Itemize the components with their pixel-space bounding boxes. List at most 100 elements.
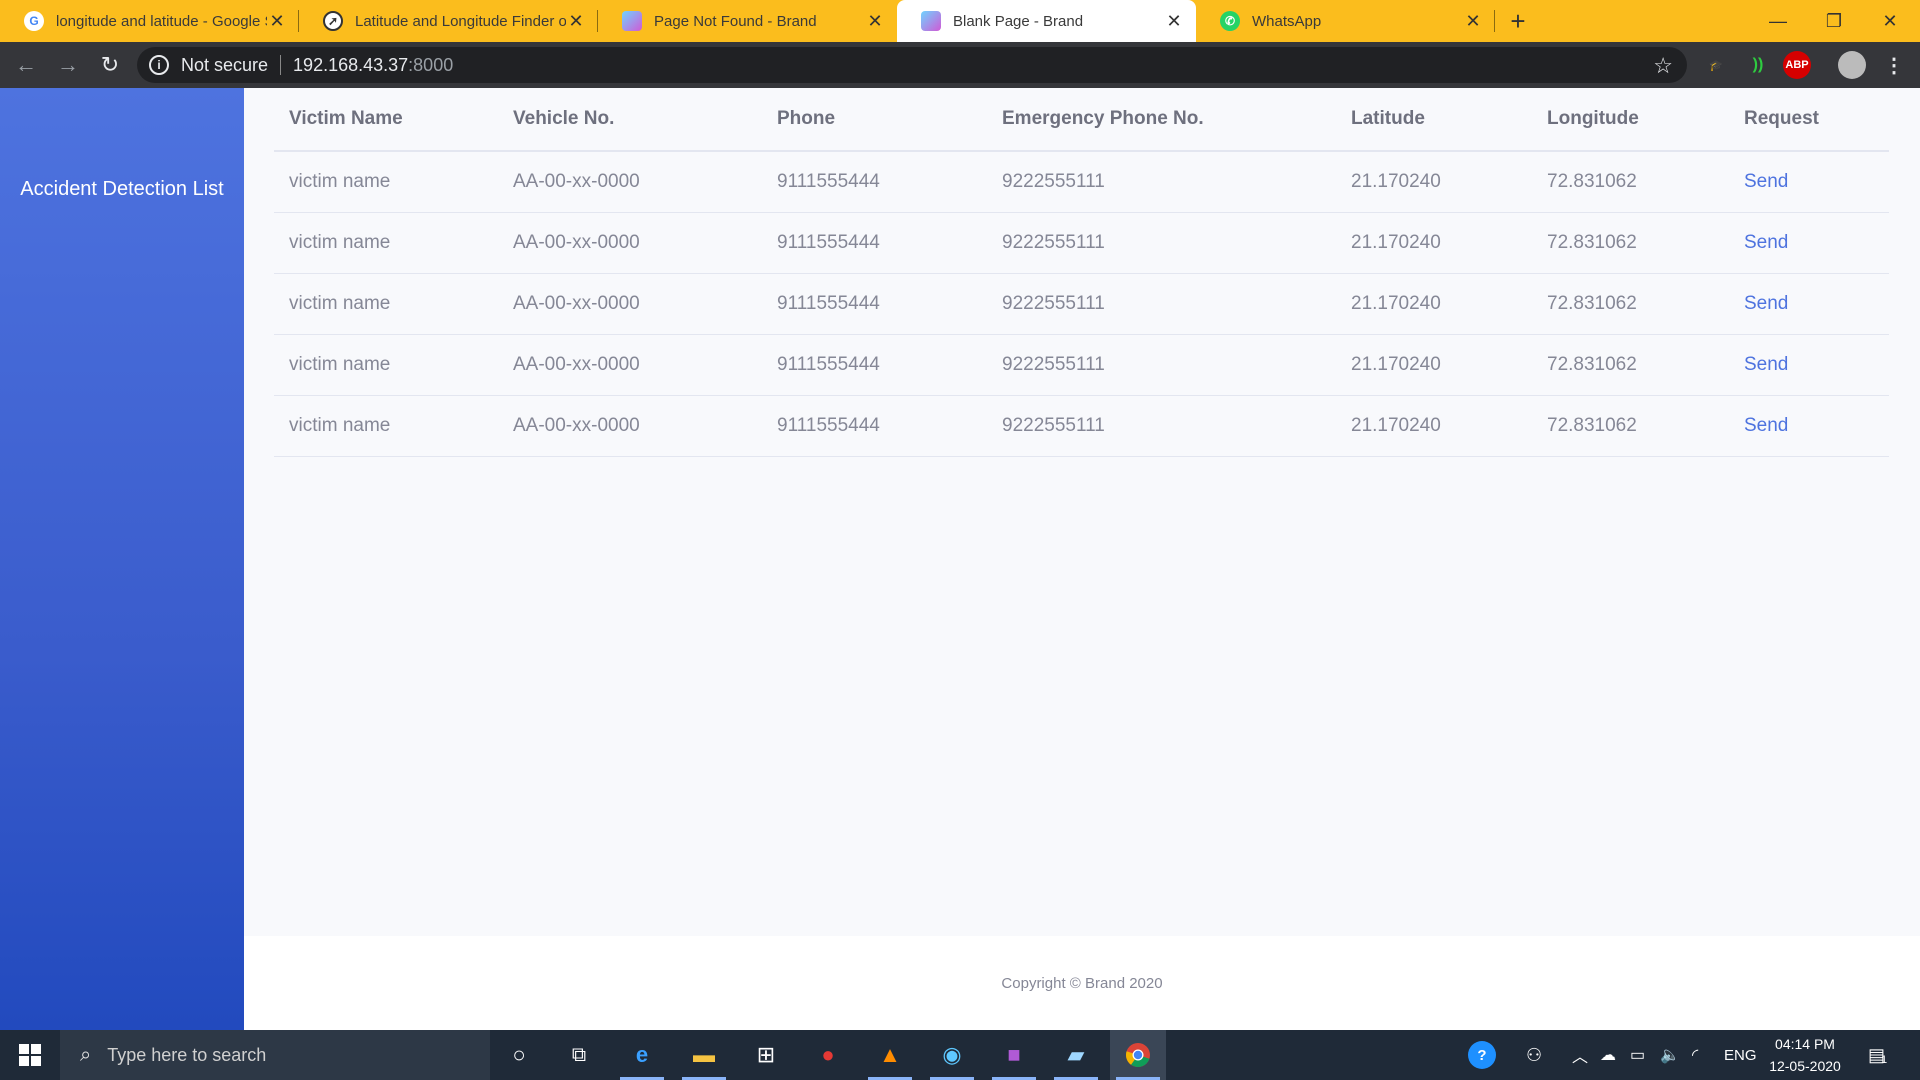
url-port: :8000 <box>408 54 454 75</box>
clock-time: 04:14 PM <box>1775 1036 1835 1052</box>
language-indicator[interactable]: ENG <box>1724 1030 1757 1080</box>
close-window-button[interactable]: ✕ <box>1862 0 1918 42</box>
latitude-cell: 21.170240 <box>1336 212 1532 274</box>
table-row: victim name AA-00-xx-0000 9111555444 922… <box>274 212 1889 274</box>
info-icon[interactable]: i <box>149 55 169 75</box>
phone-cell: 9111555444 <box>762 212 987 274</box>
profile-avatar-icon[interactable] <box>1838 51 1866 79</box>
victim-name-cell: victim name <box>274 273 498 335</box>
send-link[interactable]: Send <box>1729 334 1889 396</box>
notifications-icon[interactable]: ▤ 1 <box>1868 1030 1887 1080</box>
reload-icon[interactable]: ↻ <box>90 45 130 85</box>
column-header: Victim Name <box>274 88 498 152</box>
column-header: Latitude <box>1336 88 1532 152</box>
column-header: Emergency Phone No. <box>987 88 1336 152</box>
tab-title: Page Not Found - Brand <box>654 12 817 30</box>
latitude-cell: 21.170240 <box>1336 151 1532 213</box>
cloud-icon[interactable]: ☁ <box>1600 1030 1616 1080</box>
store-icon[interactable]: ⊞ <box>738 1030 794 1080</box>
extension-hat-icon[interactable]: 🎓 <box>1702 51 1730 79</box>
send-link[interactable]: Send <box>1729 212 1889 274</box>
phone-cell: 9111555444 <box>762 151 987 213</box>
forward-arrow-icon[interactable]: → <box>48 45 88 85</box>
close-tab-icon[interactable]: ✕ <box>566 11 586 32</box>
restore-button[interactable]: ❐ <box>1806 0 1862 42</box>
vehicle-no-cell: AA-00-xx-0000 <box>498 273 762 335</box>
emergency-phone-cell: 9222555111 <box>987 334 1336 396</box>
chrome-icon[interactable] <box>1110 1030 1166 1080</box>
bookmark-star-icon[interactable]: ☆ <box>1653 53 1673 79</box>
tab-blank-page[interactable]: Blank Page - Brand ✕ <box>897 0 1196 42</box>
phone-cell: 9111555444 <box>762 395 987 457</box>
vlc-icon[interactable]: ▲ <box>862 1030 918 1080</box>
new-tab-button[interactable]: + <box>1495 0 1541 42</box>
latitude-cell: 21.170240 <box>1336 334 1532 396</box>
sidebar-brand[interactable]: Accident Detection List <box>0 178 244 201</box>
latitude-cell: 21.170240 <box>1336 273 1532 335</box>
vehicle-no-cell: AA-00-xx-0000 <box>498 151 762 213</box>
tab-title: Blank Page - Brand <box>953 12 1084 30</box>
help-icon[interactable]: ? <box>1468 1030 1496 1080</box>
victim-name-cell: victim name <box>274 334 498 396</box>
brand-cube-icon <box>622 11 642 31</box>
brand-cube-icon[interactable]: ■ <box>986 1030 1042 1080</box>
table-row: victim name AA-00-xx-0000 9111555444 922… <box>274 273 1889 335</box>
longitude-cell: 72.831062 <box>1532 273 1729 335</box>
whatsapp-icon: ✆ <box>1220 11 1240 31</box>
phone-cell: 9111555444 <box>762 273 987 335</box>
volume-icon[interactable]: 🔈 <box>1660 1030 1680 1080</box>
wifi-icon[interactable]: ◜ <box>1692 1030 1698 1080</box>
table-row: victim name AA-00-xx-0000 9111555444 922… <box>274 334 1889 396</box>
emergency-phone-cell: 9222555111 <box>987 273 1336 335</box>
victim-name-cell: victim name <box>274 395 498 457</box>
file-explorer-icon[interactable]: ▬ <box>676 1030 732 1080</box>
emergency-phone-cell: 9222555111 <box>987 151 1336 213</box>
browser-toolbar: ← → ↻ i Not secure 192.168.43.37 :8000 ☆ <box>0 42 1920 88</box>
notes-app-icon[interactable]: ▰ <box>1048 1030 1104 1080</box>
column-header: Phone <box>762 88 987 152</box>
taskbar-clock[interactable]: 04:14 PM 12-05-2020 <box>1755 1033 1855 1077</box>
tab-latlong-finder[interactable]: ➚ Latitude and Longitude Finder on ✕ <box>299 0 598 42</box>
tab-google-search[interactable]: G longitude and latitude - Google Se ✕ <box>0 0 299 42</box>
chevron-up-icon[interactable]: ︿ <box>1572 1030 1588 1080</box>
close-tab-icon[interactable]: ✕ <box>267 11 287 32</box>
emergency-phone-cell: 9222555111 <box>987 212 1336 274</box>
tab-whatsapp[interactable]: ✆ WhatsApp ✕ <box>1196 0 1495 42</box>
search-icon: ⌕ <box>80 1043 92 1066</box>
vehicle-no-cell: AA-00-xx-0000 <box>498 212 762 274</box>
send-link[interactable]: Send <box>1729 151 1889 213</box>
task-view-icon[interactable]: ⧉ <box>551 1030 607 1080</box>
edge-icon[interactable]: e <box>614 1030 670 1080</box>
emergency-phone-cell: 9222555111 <box>987 395 1336 457</box>
send-link[interactable]: Send <box>1729 273 1889 335</box>
extension-sound-icon[interactable]: )) <box>1744 51 1772 79</box>
table-row: victim name AA-00-xx-0000 9111555444 922… <box>274 395 1889 457</box>
victim-name-cell: victim name <box>274 212 498 274</box>
cortana-icon[interactable]: ○ <box>491 1030 547 1080</box>
search-placeholder: Type here to search <box>107 1044 267 1065</box>
game-app-icon[interactable]: ● <box>800 1030 856 1080</box>
adblock-icon[interactable]: ABP <box>1783 51 1811 79</box>
taskbar-search-box[interactable]: ⌕ Type here to search <box>60 1030 490 1080</box>
close-tab-icon[interactable]: ✕ <box>1463 11 1483 32</box>
longitude-cell: 72.831062 <box>1532 334 1729 396</box>
address-bar[interactable]: i Not secure 192.168.43.37 :8000 ☆ <box>137 47 1687 83</box>
vehicle-no-cell: AA-00-xx-0000 <box>498 395 762 457</box>
menu-kebab-icon[interactable]: ⋮ <box>1880 51 1908 79</box>
app-circle-icon[interactable]: ◉ <box>924 1030 980 1080</box>
tab-title: WhatsApp <box>1252 12 1322 30</box>
table-row: victim name AA-00-xx-0000 9111555444 922… <box>274 151 1889 213</box>
battery-icon[interactable]: ▭ <box>1630 1030 1645 1080</box>
tab-page-not-found[interactable]: Page Not Found - Brand ✕ <box>598 0 897 42</box>
page-footer: Copyright © Brand 2020 <box>244 936 1920 1030</box>
longitude-cell: 72.831062 <box>1532 212 1729 274</box>
table-header-row: Victim Name Vehicle No. Phone Emergency … <box>274 88 1889 152</box>
close-tab-icon[interactable]: ✕ <box>865 11 885 32</box>
people-icon[interactable]: ⚇ <box>1526 1030 1542 1080</box>
send-link[interactable]: Send <box>1729 395 1889 457</box>
back-arrow-icon[interactable]: ← <box>6 45 46 85</box>
close-tab-icon[interactable]: ✕ <box>1164 11 1184 32</box>
minimize-button[interactable]: — <box>1750 0 1806 42</box>
windows-start-icon[interactable] <box>0 1030 60 1080</box>
url-host: 192.168.43.37 <box>293 54 409 75</box>
